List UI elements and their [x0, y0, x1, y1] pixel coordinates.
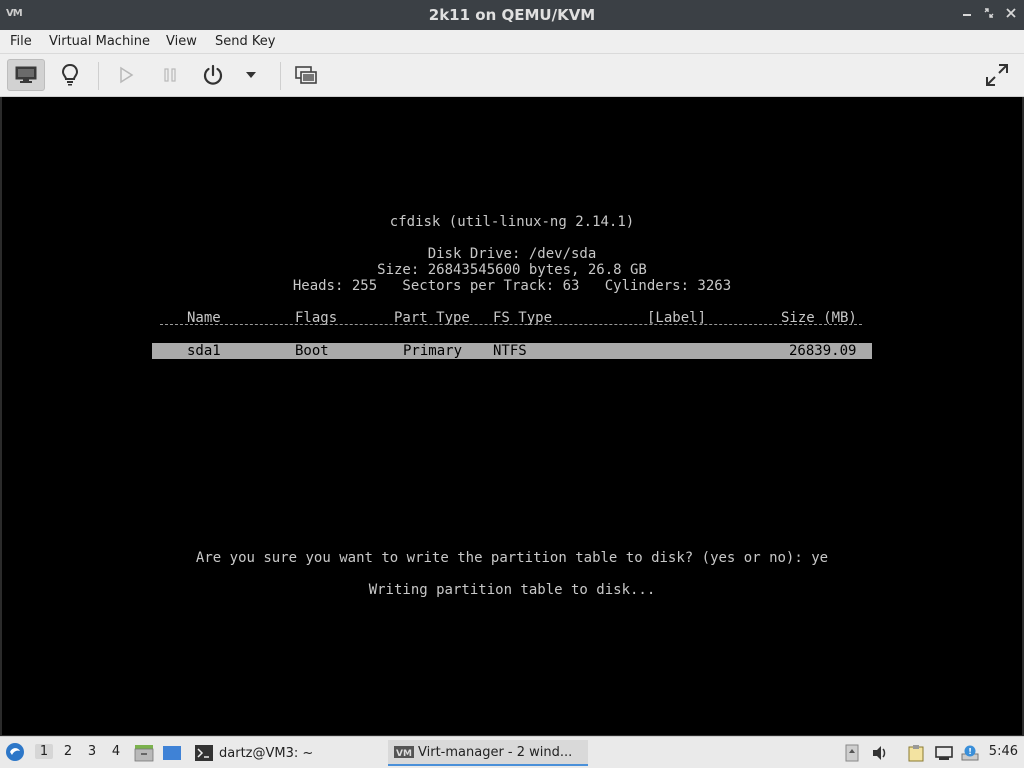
- screenshot-icon: [295, 66, 317, 84]
- close-icon[interactable]: [1004, 7, 1018, 21]
- svg-text:!: !: [968, 747, 972, 756]
- disk-size-line: Size: 26843545600 bytes, 26.8 GB: [377, 262, 647, 278]
- toolbar: [0, 54, 1024, 97]
- partition-type: Primary: [403, 343, 463, 359]
- write-confirm-prompt: Are you sure you want to write the parti…: [195, 550, 829, 566]
- restore-icon[interactable]: [982, 7, 996, 21]
- network-icon: [935, 746, 953, 760]
- workspace-2[interactable]: 2: [59, 744, 77, 759]
- start-menu-button[interactable]: [5, 742, 25, 762]
- cfdisk-header: cfdisk (util-linux-ng 2.14.1): [389, 214, 635, 230]
- pause-button[interactable]: [151, 59, 189, 91]
- console-view-button[interactable]: [7, 59, 45, 91]
- details-button[interactable]: [51, 59, 89, 91]
- dropdown-arrow-icon: [246, 72, 256, 78]
- desktop-icon: [163, 746, 181, 760]
- vm-console[interactable]: cfdisk (util-linux-ng 2.14.1) Disk Drive…: [2, 97, 1022, 735]
- workspace-1[interactable]: 1: [35, 744, 53, 759]
- pause-icon: [164, 68, 176, 82]
- task-terminal-label: dartz@VM3: ~: [219, 745, 314, 761]
- minimize-icon[interactable]: [960, 7, 974, 21]
- fullscreen-button[interactable]: [978, 59, 1016, 91]
- tray-arrow-icon: [845, 744, 859, 762]
- notification-button[interactable]: !: [960, 743, 980, 763]
- network-button[interactable]: [934, 743, 954, 763]
- screenshot-button[interactable]: [287, 59, 325, 91]
- disk-geometry-line: Heads: 255 Sectors per Track: 63 Cylinde…: [292, 278, 732, 294]
- window-titlebar[interactable]: VM 2k11 on QEMU/KVM: [0, 0, 1024, 30]
- terminal-icon: [195, 745, 213, 761]
- shutdown-button[interactable]: [194, 59, 232, 91]
- window-title: 2k11 on QEMU/KVM: [428, 6, 596, 24]
- taskbar: 1 2 3 4 dartz@VM3: ~ VM Virt-manager - 2…: [0, 736, 1024, 768]
- partition-size: 26839.09: [789, 343, 857, 359]
- task-terminal[interactable]: dartz@VM3: ~: [192, 740, 382, 766]
- fullscreen-icon: [986, 64, 1008, 86]
- volume-button[interactable]: [870, 743, 890, 763]
- write-status-message: Writing partition table to disk...: [368, 582, 656, 598]
- partition-fs-type: NTFS: [493, 343, 527, 359]
- run-button[interactable]: [107, 59, 145, 91]
- monitor-icon: [15, 66, 37, 83]
- tray-item[interactable]: [842, 743, 862, 763]
- power-icon: [203, 64, 223, 85]
- clipboard-button[interactable]: [906, 743, 926, 763]
- virt-manager-icon: VM: [394, 746, 414, 758]
- table-separator: [160, 324, 862, 325]
- play-icon: [120, 66, 134, 84]
- partition-flags: Boot: [295, 343, 329, 359]
- partition-name: sda1: [187, 343, 221, 359]
- svg-text:VM: VM: [396, 749, 412, 758]
- lightbulb-icon: [61, 64, 79, 86]
- lxqt-logo-icon: [6, 743, 24, 761]
- file-manager-launcher[interactable]: [134, 743, 154, 763]
- menu-virtual-machine[interactable]: Virtual Machine: [49, 34, 150, 49]
- menu-file[interactable]: File: [10, 34, 32, 49]
- task-virt-manager[interactable]: VM Virt-manager - 2 wind...: [388, 740, 588, 766]
- toolbar-separator: [280, 62, 281, 90]
- workspace-4[interactable]: 4: [107, 744, 125, 759]
- menu-view[interactable]: View: [166, 34, 197, 49]
- menu-send-key[interactable]: Send Key: [215, 34, 275, 49]
- workspace-3[interactable]: 3: [83, 744, 101, 759]
- show-desktop-launcher[interactable]: [162, 743, 182, 763]
- taskbar-clock[interactable]: 5:46: [989, 744, 1018, 759]
- disk-drive-line: Disk Drive: /dev/sda: [427, 246, 597, 262]
- clipboard-icon: [908, 745, 924, 762]
- notification-icon: !: [961, 745, 979, 761]
- shutdown-menu-button[interactable]: [234, 59, 268, 91]
- toolbar-separator: [98, 62, 99, 90]
- task-virt-manager-label: Virt-manager - 2 wind...: [418, 744, 573, 760]
- file-manager-icon: [134, 745, 154, 762]
- partition-row-selected[interactable]: sda1 Boot Primary NTFS 26839.09: [152, 343, 872, 359]
- volume-icon: [873, 746, 886, 760]
- menu-bar: File Virtual Machine View Send Key: [0, 30, 1024, 54]
